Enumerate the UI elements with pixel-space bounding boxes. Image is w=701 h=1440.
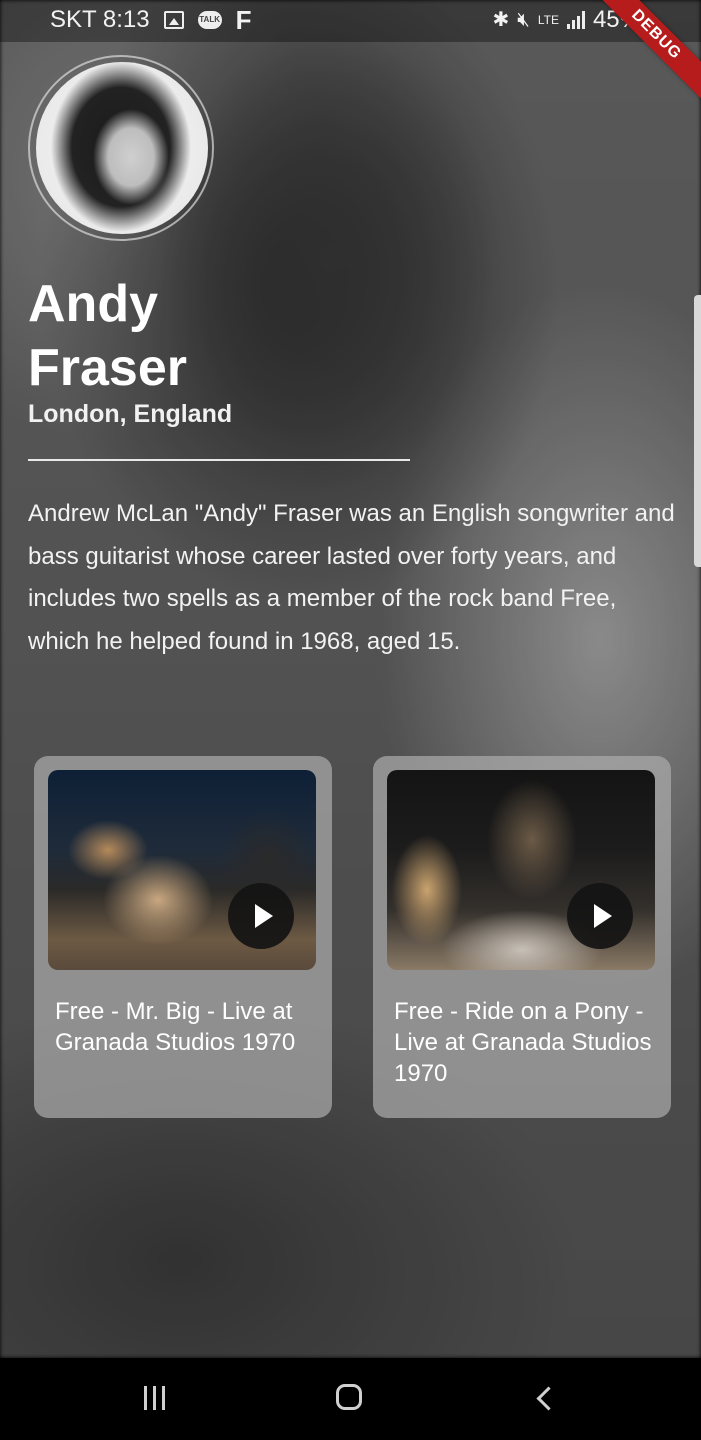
scrollbar[interactable] [694,295,701,567]
play-icon[interactable] [567,883,633,949]
carrier-time: SKT 8:13 [50,6,150,33]
video-card-1[interactable]: Free - Mr. Big - Live at Granada Studios… [34,756,332,1118]
bluetooth-icon: ✱ [492,9,510,31]
video-title: Free - Ride on a Pony - Live at Granada … [394,998,652,1087]
artist-bio: Andrew McLan "Andy" Fraser was an Englis… [28,500,675,655]
back-icon[interactable] [536,1386,561,1411]
status-bar: SKT 8:13 TALK F ✱ 🔇︎ LTE 45% DEBUG [0,0,701,105]
video-title: Free - Mr. Big - Live at Granada Studios… [55,998,296,1056]
recent-apps-icon[interactable] [142,1386,166,1410]
image-icon [163,11,184,29]
divider [28,459,410,461]
mute-icon: 🔇︎ [517,9,530,31]
play-icon[interactable] [228,883,294,949]
artist-location: London, England [28,400,233,428]
avatar [36,62,208,234]
navigation-bar [0,1358,701,1440]
network-type: LTE [537,13,559,27]
talk-icon: TALK [197,11,222,29]
video-card-2[interactable]: Free - Ride on a Pony - Live at Granada … [373,756,671,1118]
artist-name: Andy Fraser [28,275,187,397]
facebook-icon: F [235,5,252,35]
signal-icon [566,11,585,29]
home-icon[interactable] [336,1384,362,1410]
